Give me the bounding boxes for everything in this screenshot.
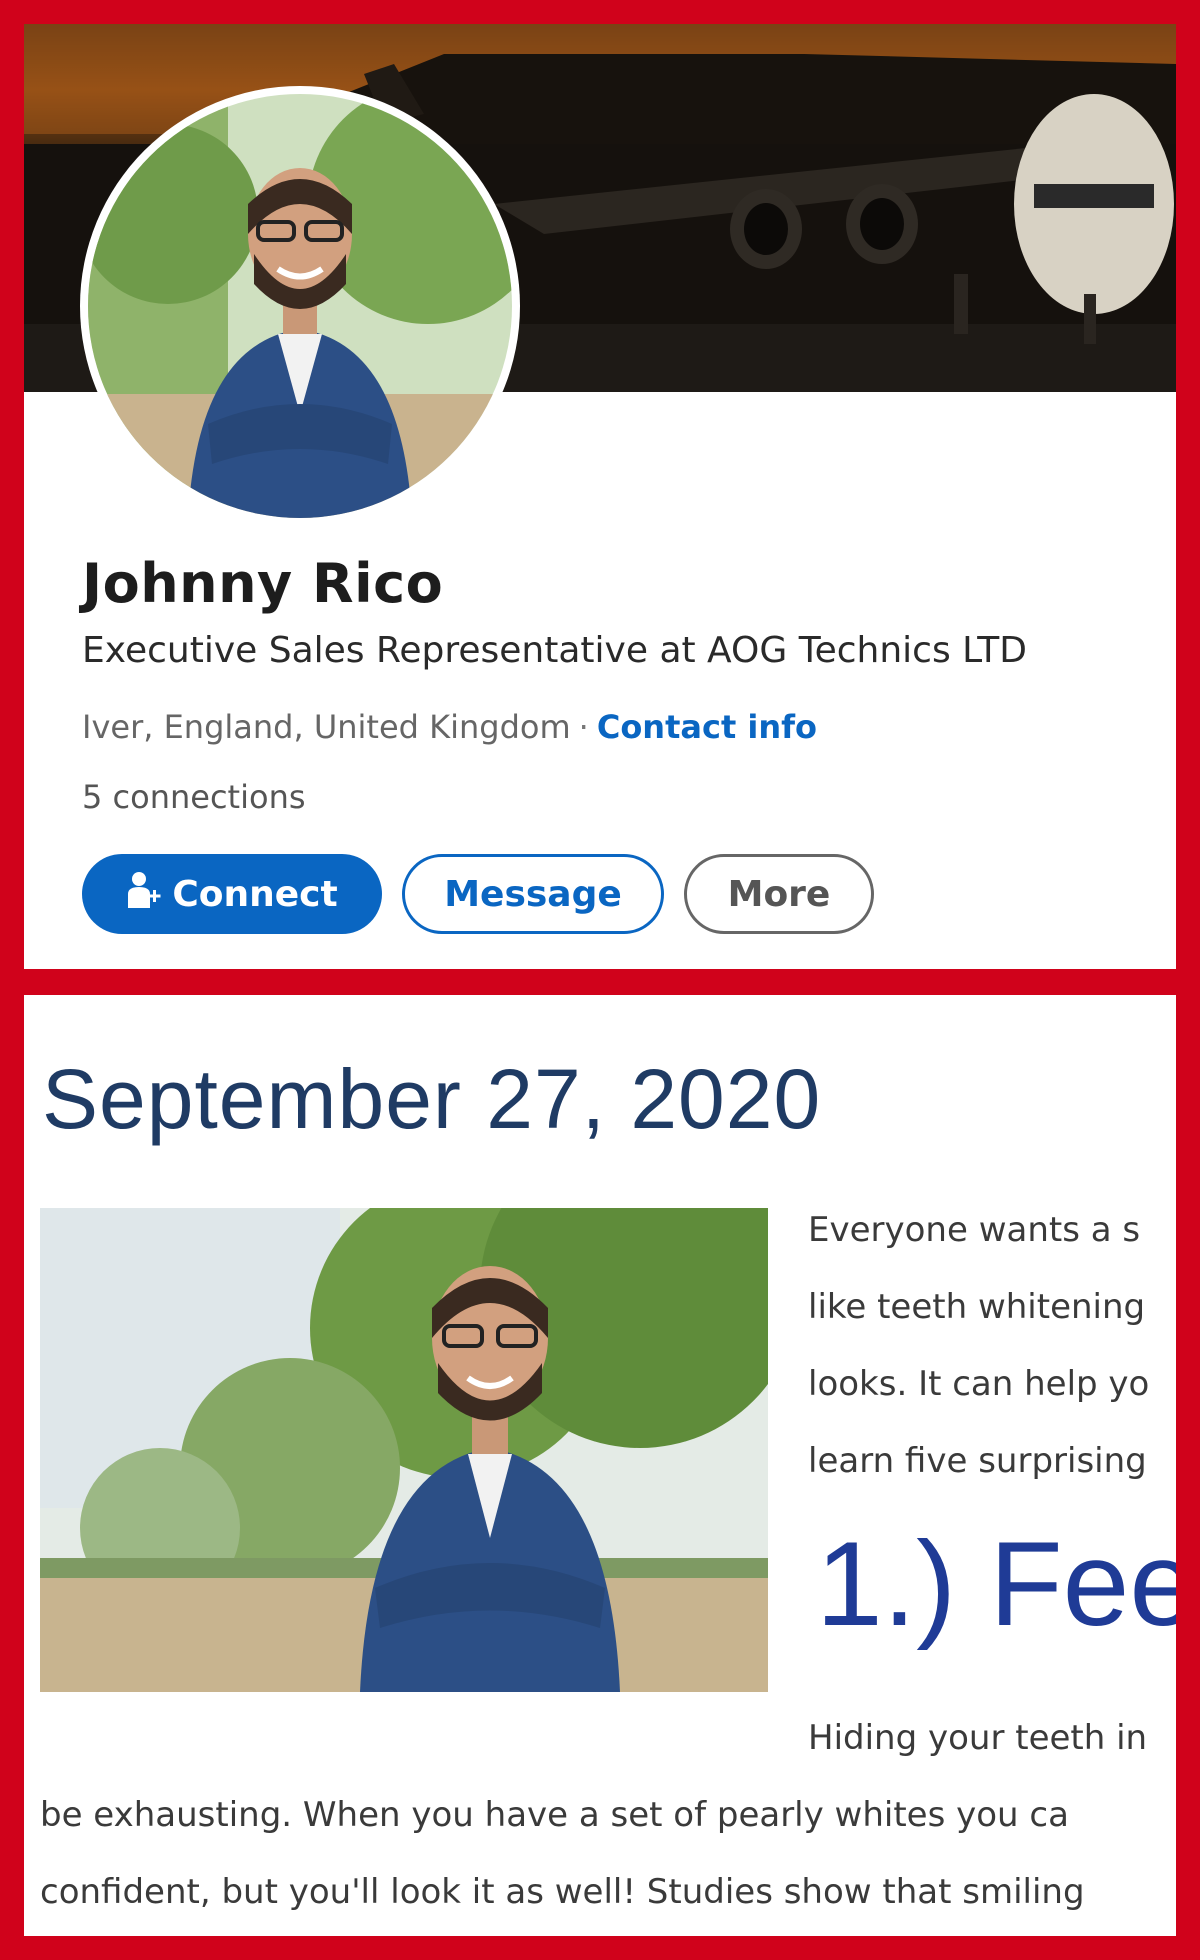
location-text: Iver, England, United Kingdom: [82, 708, 571, 746]
profile-avatar[interactable]: [88, 94, 512, 518]
connections-count[interactable]: 5 connections: [82, 778, 306, 816]
paragraph-line: looks. It can help yo: [808, 1364, 1150, 1404]
paragraph-line: Hiding your teeth in: [808, 1718, 1148, 1758]
add-person-icon: [126, 870, 162, 919]
contact-info-link[interactable]: Contact info: [597, 708, 817, 746]
separator-dot: ·: [578, 708, 589, 746]
blog-post: September 27, 2020 Everyone wants a s li…: [24, 995, 1176, 1936]
profile-name: Johnny Rico: [82, 552, 444, 615]
post-date: September 27, 2020: [42, 1052, 822, 1146]
message-button[interactable]: Message: [402, 854, 664, 934]
paragraph-line: confident, but you'll look it as well! S…: [40, 1872, 1085, 1912]
location-row: Iver, England, United Kingdom · Contact in…: [82, 708, 817, 746]
paragraph-line: like teeth whitening: [808, 1287, 1146, 1327]
more-button[interactable]: More: [684, 854, 874, 934]
connect-button[interactable]: Connect: [82, 854, 382, 934]
connect-label: Connect: [172, 873, 338, 915]
paragraph-line: learn five surprising: [808, 1441, 1147, 1481]
paragraph-line: be exhausting. When you have a set of pe…: [40, 1795, 1069, 1835]
post-photo: [40, 1208, 768, 1692]
profile-card: Johnny Rico Executive Sales Representati…: [24, 24, 1176, 969]
paragraph-line: Everyone wants a s: [808, 1210, 1141, 1250]
section-heading: 1.) Fee: [816, 1517, 1176, 1651]
profile-headline: Executive Sales Representative at AOG Te…: [82, 630, 1027, 671]
